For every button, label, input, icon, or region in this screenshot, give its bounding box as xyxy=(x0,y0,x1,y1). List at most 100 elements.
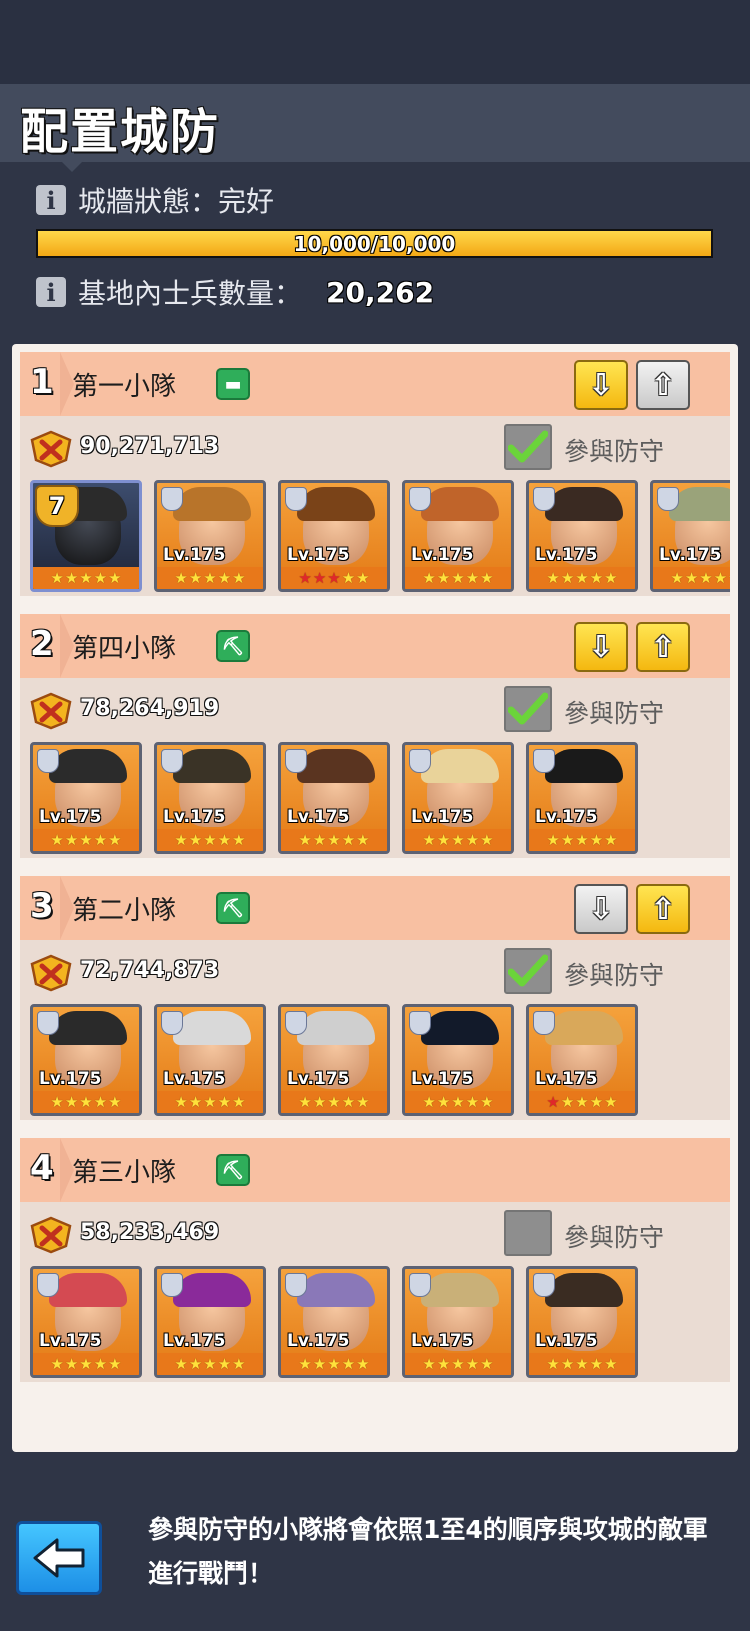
star-icon: ★ xyxy=(436,1093,451,1111)
star-icon: ★ xyxy=(560,831,575,849)
star-icon: ★ xyxy=(422,1093,436,1111)
hero-hair xyxy=(173,749,251,783)
hero-card[interactable]: Lv.175★★★★★ xyxy=(526,480,638,592)
hero-card[interactable]: Lv.175★★★★★ xyxy=(278,742,390,854)
star-icon: ★ xyxy=(79,569,93,587)
defend-checkbox[interactable] xyxy=(504,1210,552,1256)
star-icon: ★ xyxy=(217,1093,232,1111)
squad-power: 72,744,873 xyxy=(80,958,220,983)
hero-level: Lv.175 xyxy=(163,1069,226,1089)
star-icon: ★ xyxy=(436,831,451,849)
squad-name: 第四小隊 xyxy=(72,634,177,664)
hero-card[interactable]: Lv.175★★★★★ xyxy=(30,742,142,854)
shield-icon xyxy=(285,487,307,511)
star-icon: ★ xyxy=(188,1355,203,1373)
hero-card[interactable]: Lv.175★★★★★ xyxy=(30,1266,142,1378)
hero-card[interactable]: Lv.175★★★★★ xyxy=(402,480,514,592)
star-icon: ★ xyxy=(93,1355,108,1373)
hero-card[interactable]: Lv.175★★★★★ xyxy=(30,1004,142,1116)
hero-level: Lv.175 xyxy=(411,1331,474,1351)
star-icon: ★ xyxy=(589,831,604,849)
shield-icon xyxy=(37,1011,59,1035)
star-icon: ★ xyxy=(604,569,618,587)
hero-stars: ★★★★★ xyxy=(157,829,263,851)
star-icon: ★ xyxy=(298,831,312,849)
shield-icon xyxy=(533,1011,555,1035)
hero-stars: ★★★★★ xyxy=(33,829,139,851)
back-button[interactable] xyxy=(16,1521,102,1595)
status-strip xyxy=(0,0,750,84)
star-icon: ★ xyxy=(298,1355,312,1373)
hero-stars: ★★★★★ xyxy=(157,1353,263,1375)
hero-card[interactable]: Lv.175★★★★★ xyxy=(402,742,514,854)
star-icon: ★ xyxy=(93,831,108,849)
hero-card[interactable]: Lv.175★★★★★ xyxy=(526,742,638,854)
star-icon: ★ xyxy=(465,1093,480,1111)
hero-stars: ★★★★★ xyxy=(405,1091,511,1113)
hero-level: Lv.175 xyxy=(535,1069,598,1089)
back-arrow-icon xyxy=(33,1538,85,1578)
hero-card[interactable]: Lv.175★★★★★ xyxy=(278,1266,390,1378)
star-icon: ★ xyxy=(480,831,494,849)
move-down-button[interactable]: ⇩ xyxy=(574,622,628,672)
hero-stars: ★★★★★ xyxy=(33,1353,139,1375)
hero-hair xyxy=(173,1273,251,1307)
hero-card[interactable]: Lv.175★★★★★ xyxy=(154,1004,266,1116)
star-icon: ★ xyxy=(713,569,728,587)
hero-card[interactable]: Lv.175★★★★★ xyxy=(402,1266,514,1378)
defend-checkbox[interactable] xyxy=(504,424,552,470)
star-icon: ★ xyxy=(79,1355,93,1373)
hero-stars: ★★★★★ xyxy=(33,567,139,589)
star-icon: ★ xyxy=(79,1093,93,1111)
hero-stars: ★★★★★ xyxy=(157,567,263,589)
star-icon: ★ xyxy=(575,831,589,849)
power-icon xyxy=(30,430,72,468)
move-down-button[interactable]: ⇩ xyxy=(574,360,628,410)
star-icon: ★ xyxy=(64,1355,79,1373)
hero-level: Lv.175 xyxy=(411,545,474,565)
shield-icon xyxy=(161,487,183,511)
hero-card[interactable]: Lv.175★★★★★ xyxy=(526,1266,638,1378)
shield-icon xyxy=(533,487,555,511)
hero-hair xyxy=(545,1273,623,1307)
move-up-button[interactable]: ⇧ xyxy=(636,884,690,934)
arrow-up-icon: ⇧ xyxy=(650,891,676,927)
hero-card[interactable]: Lv.175★★★★★ xyxy=(526,1004,638,1116)
shield-icon xyxy=(409,1273,431,1297)
hero-card[interactable]: Lv.175★★★★★ xyxy=(154,480,266,592)
move-up-button[interactable]: ⇧ xyxy=(636,360,690,410)
defend-checkbox[interactable] xyxy=(504,686,552,732)
hero-card[interactable]: Lv.175★★★★★ xyxy=(650,480,730,592)
star-icon: ★ xyxy=(108,1093,122,1111)
star-icon: ★ xyxy=(232,831,246,849)
star-icon: ★ xyxy=(560,1093,575,1111)
move-up-button[interactable]: ⇧ xyxy=(636,622,690,672)
hero-card[interactable]: Lv.175★★★★★ xyxy=(278,480,390,592)
star-icon: ★ xyxy=(50,1355,64,1373)
hero-hair xyxy=(173,1011,251,1045)
move-down-button[interactable]: ⇩ xyxy=(574,884,628,934)
checkmark-icon xyxy=(508,954,548,987)
hero-card[interactable]: 7 ★ ★ ★ ★ ★ xyxy=(30,480,142,592)
soldiers-label: 基地內士兵數量： xyxy=(78,277,303,310)
hero-card[interactable]: Lv.175★★★★★ xyxy=(154,742,266,854)
star-icon: ★ xyxy=(108,831,122,849)
info-icon[interactable]: i xyxy=(36,185,66,215)
arrow-down-icon: ⇩ xyxy=(588,629,614,665)
hero-stars: ★★★★★ xyxy=(529,829,635,851)
hero-stars: ★★★★★ xyxy=(529,1353,635,1375)
shield-icon xyxy=(409,749,431,773)
hero-card[interactable]: Lv.175★★★★★ xyxy=(154,1266,266,1378)
hero-level: Lv.175 xyxy=(287,807,350,827)
hero-card[interactable]: Lv.175★★★★★ xyxy=(402,1004,514,1116)
rank-badge: 7 xyxy=(35,485,79,527)
squad-power: 90,271,713 xyxy=(80,434,220,459)
star-icon: ★ xyxy=(451,1355,465,1373)
hero-card[interactable]: Lv.175★★★★★ xyxy=(278,1004,390,1116)
defend-checkbox[interactable] xyxy=(504,948,552,994)
star-icon: ★ xyxy=(298,569,312,587)
hero-level: Lv.175 xyxy=(287,545,350,565)
hero-level: Lv.175 xyxy=(535,545,598,565)
hero-level: Lv.175 xyxy=(287,1069,350,1089)
info-icon[interactable]: i xyxy=(36,277,66,307)
